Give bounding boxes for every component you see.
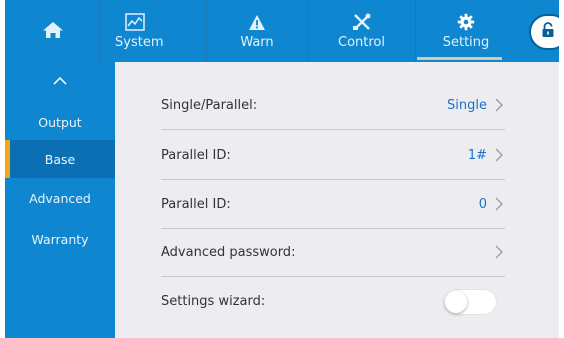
sidebar-item-warranty[interactable]: Warranty: [5, 220, 115, 258]
setting-label: Parallel ID:: [161, 147, 231, 163]
gear-icon: [457, 12, 475, 32]
sidebar: Output Base Advanced Warranty: [5, 62, 115, 338]
setting-value-text: 1#: [467, 147, 487, 163]
unlock-icon: [541, 22, 555, 42]
setting-value: 0: [479, 197, 505, 212]
tab-home[interactable]: [5, 0, 100, 62]
chevron-right-icon: [495, 245, 503, 259]
tab-control[interactable]: Control: [308, 0, 415, 62]
setting-value-text: 0: [478, 196, 487, 212]
screen: System Warn Control Setting Output Base …: [5, 0, 559, 338]
home-icon: [42, 20, 64, 40]
tab-warn-label: Warn: [240, 35, 274, 50]
setting-row-parallel-id-2[interactable]: Parallel ID: 0: [161, 180, 505, 229]
setting-value: Single: [447, 98, 505, 113]
sidebar-item-label: Output: [38, 114, 82, 130]
tab-system-label: System: [115, 35, 164, 50]
setting-value: [487, 245, 505, 259]
sidebar-item-label: Warranty: [31, 231, 89, 247]
top-nav-bar: System Warn Control Setting: [5, 0, 559, 62]
tab-setting-label: Setting: [442, 35, 490, 50]
tab-warn[interactable]: Warn: [207, 0, 307, 62]
settings-wizard-toggle[interactable]: [443, 288, 497, 315]
setting-label: Single/Parallel:: [161, 97, 258, 113]
settings-panel: Single/Parallel: Single Parallel ID: 1# …: [115, 62, 559, 338]
setting-row-settings-wizard: Settings wizard:: [161, 277, 505, 326]
sidebar-item-label: Base: [44, 151, 76, 167]
setting-row-parallel-id[interactable]: Parallel ID: 1#: [161, 131, 505, 180]
setting-value: 1#: [468, 148, 505, 163]
tab-setting[interactable]: Setting: [416, 0, 516, 62]
setting-label: Advanced password:: [161, 244, 296, 260]
setting-label: Settings wizard:: [161, 294, 266, 309]
setting-label: Parallel ID:: [161, 196, 231, 212]
tab-system[interactable]: System: [101, 0, 206, 62]
chevron-right-icon: [495, 98, 503, 112]
tools-icon: [352, 12, 372, 32]
sidebar-item-advanced[interactable]: Advanced: [5, 179, 115, 217]
chevron-right-icon: [495, 197, 503, 211]
sidebar-item-output[interactable]: Output: [5, 103, 115, 141]
system-chart-icon: [125, 12, 145, 32]
setting-value-text: Single: [447, 97, 487, 113]
chevron-right-icon: [495, 148, 503, 162]
lock-button[interactable]: [529, 14, 559, 50]
tab-control-label: Control: [338, 35, 385, 50]
chevron-up-icon: [52, 71, 68, 90]
setting-row-advanced-password[interactable]: Advanced password:: [161, 228, 505, 277]
active-tab-indicator: [417, 57, 502, 60]
sidebar-item-base[interactable]: Base: [5, 140, 115, 178]
sidebar-scroll-up-button[interactable]: [5, 68, 115, 92]
warning-icon: [248, 12, 266, 32]
toggle-knob: [445, 290, 467, 313]
sidebar-item-label: Advanced: [29, 190, 91, 206]
setting-row-single-parallel[interactable]: Single/Parallel: Single: [161, 81, 505, 130]
